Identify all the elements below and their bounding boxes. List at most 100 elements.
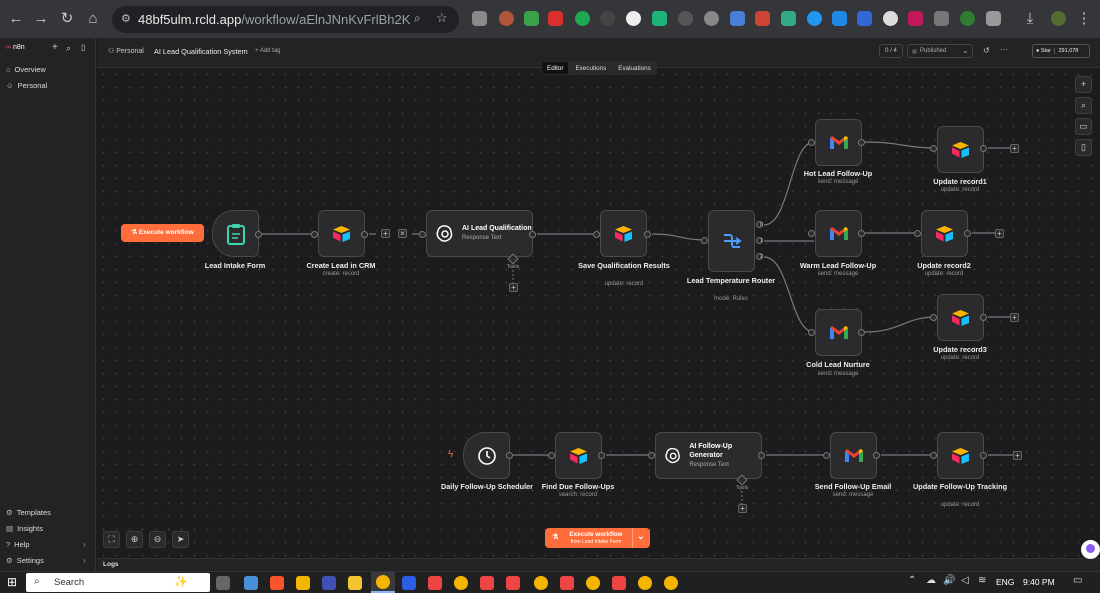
- add-node-icon[interactable]: +: [1075, 76, 1092, 93]
- node-warm-lead-followup[interactable]: [815, 210, 862, 257]
- openai-icon: [665, 447, 680, 463]
- side-panel-icon[interactable]: ▯: [1075, 139, 1092, 156]
- node-lead-intake-form[interactable]: [212, 210, 259, 257]
- assistant-chat-button[interactable]: [1081, 540, 1100, 559]
- airtable-icon: [333, 226, 350, 242]
- add-tool-icon[interactable]: +: [738, 504, 747, 513]
- node-title: AI Lead Qualification Response Text: [462, 225, 532, 241]
- add-node-on-edge-icon[interactable]: +: [381, 229, 390, 238]
- output-handle[interactable]: [858, 329, 865, 336]
- input-handle[interactable]: [593, 231, 600, 238]
- flask-icon: ⚗: [131, 229, 139, 236]
- execute-workflow-button[interactable]: ⚗ Execute workflow: [121, 224, 204, 242]
- execute-workflow-main-button[interactable]: ⚗ Execute workflow from Lead Intake Form…: [545, 528, 650, 548]
- output-label: 1: [760, 238, 764, 244]
- chevron-down-icon[interactable]: ⌄: [637, 531, 645, 542]
- assistant-icon: [1086, 544, 1095, 553]
- node-update-followup-tracking[interactable]: [937, 432, 984, 479]
- node-title: AI Follow-Up Generator Response Text: [689, 442, 733, 468]
- tab-executions[interactable]: Executions: [570, 62, 611, 74]
- node-send-followup-email[interactable]: [830, 432, 877, 479]
- node-create-lead-crm[interactable]: [318, 210, 365, 257]
- input-handle[interactable]: [914, 230, 921, 237]
- input-handle[interactable]: [823, 452, 830, 459]
- output-handle[interactable]: [858, 139, 865, 146]
- node-subtitle: create: record: [322, 271, 360, 277]
- node-subtitle: search: record: [558, 492, 598, 498]
- input-handle[interactable]: [930, 452, 937, 459]
- input-handle[interactable]: [701, 237, 708, 244]
- node-update-record2[interactable]: [921, 210, 968, 257]
- node-subtitle: mode: Rules: [714, 296, 748, 302]
- node-subtitle: update: record: [940, 355, 980, 361]
- output-handle[interactable]: [980, 452, 987, 459]
- delete-connection-icon[interactable]: ×: [398, 229, 407, 238]
- airtable-icon: [952, 142, 969, 158]
- input-handle[interactable]: [648, 452, 655, 459]
- node-label: Update record3: [933, 345, 987, 354]
- flask-icon: ⚗: [552, 534, 559, 541]
- node-subtitle: send: message: [832, 492, 874, 498]
- input-handle[interactable]: [930, 145, 937, 152]
- add-node-icon[interactable]: +: [1010, 144, 1019, 153]
- add-node-icon[interactable]: +: [1010, 313, 1019, 322]
- node-label: Find Due Follow-Ups: [541, 482, 615, 491]
- input-handle[interactable]: [548, 452, 555, 459]
- node-save-qualification[interactable]: [600, 210, 647, 257]
- add-node-icon[interactable]: +: [995, 229, 1004, 238]
- output-handle[interactable]: [255, 231, 262, 238]
- node-subtitle: update: record: [604, 281, 644, 287]
- node-update-record3[interactable]: [937, 294, 984, 341]
- zoom-in-icon[interactable]: ⊕: [126, 531, 143, 548]
- gmail-icon: [829, 136, 848, 149]
- editor-tabs: Editor Executions Evaluations: [541, 61, 657, 75]
- output-label: 0: [760, 222, 764, 228]
- node-hot-lead-followup[interactable]: [815, 119, 862, 166]
- input-handle[interactable]: [808, 139, 815, 146]
- output-handle[interactable]: [598, 452, 605, 459]
- fit-view-icon[interactable]: ⛶: [103, 531, 120, 548]
- node-label: Send Follow-Up Email: [814, 482, 892, 491]
- tab-editor[interactable]: Editor: [542, 62, 569, 74]
- node-label: Lead Temperature Router: [686, 276, 776, 285]
- node-update-record1[interactable]: [937, 126, 984, 173]
- input-handle[interactable]: [311, 231, 318, 238]
- node-ai-followup-generator[interactable]: AI Follow-Up Generator Response Text: [655, 432, 762, 479]
- add-node-icon[interactable]: +: [1013, 451, 1022, 460]
- input-handle[interactable]: [930, 314, 937, 321]
- output-handle[interactable]: [506, 452, 513, 459]
- node-label: Update record2: [917, 261, 971, 270]
- output-handle[interactable]: [964, 230, 971, 237]
- output-handle[interactable]: [980, 145, 987, 152]
- node-subtitle: send: message: [817, 271, 859, 277]
- form-clipboard-icon: [226, 223, 245, 245]
- node-label: Save Qualification Results: [578, 261, 670, 270]
- output-handle[interactable]: [858, 230, 865, 237]
- node-find-due-followups[interactable]: [555, 432, 602, 479]
- search-nodes-icon[interactable]: ⌕: [1075, 97, 1092, 114]
- node-subtitle: update: record: [940, 502, 980, 508]
- tools-label: Tools: [735, 485, 749, 491]
- output-handle[interactable]: [758, 452, 765, 459]
- node-cold-lead-nurture[interactable]: [815, 309, 862, 356]
- node-label: Create Lead in CRM: [306, 261, 376, 270]
- cursor-icon[interactable]: ➤: [172, 531, 189, 548]
- output-handle[interactable]: [873, 452, 880, 459]
- node-subtitle: send: message: [817, 179, 859, 185]
- output-handle[interactable]: [644, 231, 651, 238]
- node-daily-followup-scheduler[interactable]: [463, 432, 510, 479]
- add-tool-icon[interactable]: +: [509, 283, 518, 292]
- sticky-note-icon[interactable]: ▭: [1075, 118, 1092, 135]
- input-handle[interactable]: [808, 329, 815, 336]
- node-subtitle: send: message: [817, 371, 859, 377]
- gmail-icon: [829, 326, 848, 339]
- node-ai-lead-qualification[interactable]: AI Lead Qualification Response Text: [426, 210, 533, 257]
- input-handle[interactable]: [419, 231, 426, 238]
- zoom-out-icon[interactable]: ⊖: [149, 531, 166, 548]
- output-handle[interactable]: [361, 231, 368, 238]
- node-lead-temperature-router[interactable]: [708, 210, 755, 272]
- output-handle[interactable]: [980, 314, 987, 321]
- output-handle[interactable]: [529, 231, 536, 238]
- input-handle[interactable]: [808, 230, 815, 237]
- tab-evaluations[interactable]: Evaluations: [613, 62, 656, 74]
